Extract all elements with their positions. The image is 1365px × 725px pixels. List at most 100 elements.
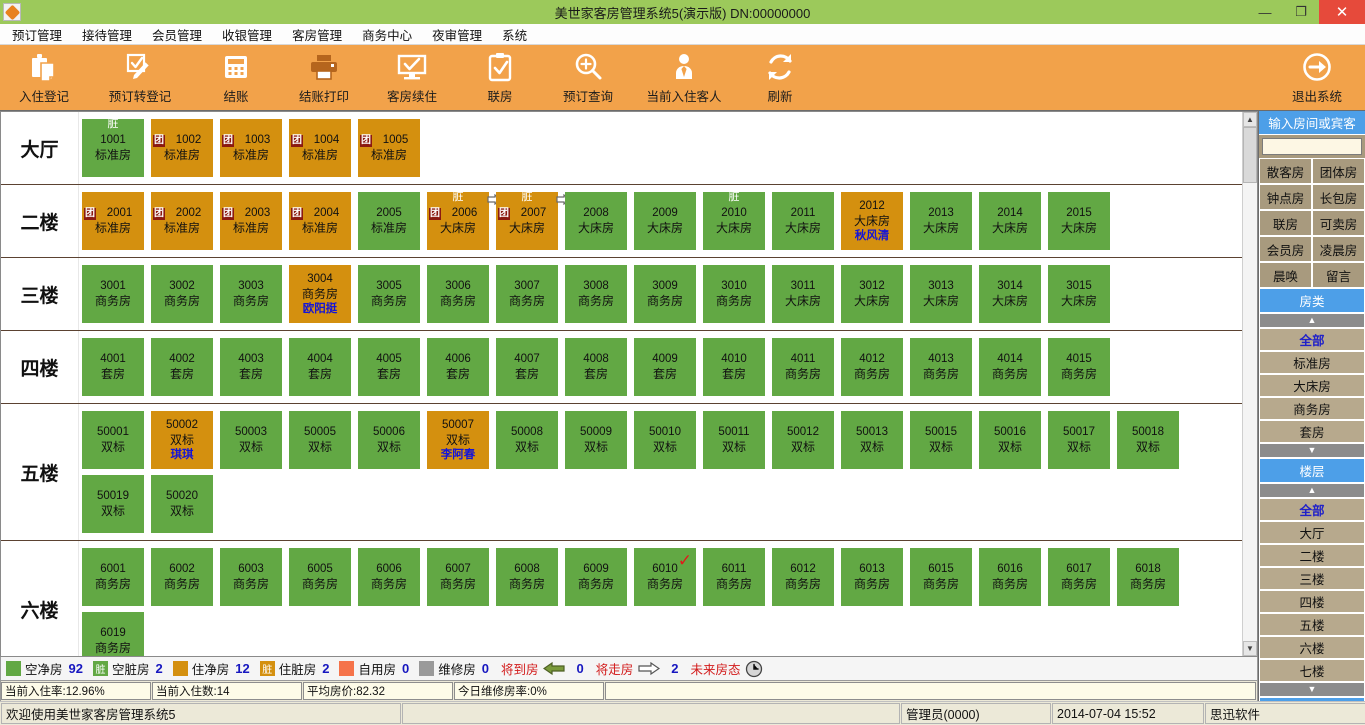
room-cell[interactable]: 50020 双标 bbox=[151, 475, 213, 533]
room-cell[interactable]: 团 1005 标准房 bbox=[358, 119, 420, 177]
room-cell[interactable]: 50005 双标 bbox=[289, 411, 351, 469]
quick-filter-4[interactable]: 联房 bbox=[1259, 210, 1312, 236]
floor-option-5[interactable]: 五楼 bbox=[1259, 613, 1365, 636]
room-cell[interactable]: 6008 商务房 bbox=[496, 548, 558, 606]
toolbar-button-1[interactable]: 预订转登记 bbox=[88, 45, 192, 109]
room-cell[interactable]: 4011 商务房 bbox=[772, 338, 834, 396]
floor-option-6[interactable]: 六楼 bbox=[1259, 636, 1365, 659]
room-cell[interactable]: 4015 商务房 bbox=[1048, 338, 1110, 396]
room-cell[interactable]: 团 1003 标准房 bbox=[220, 119, 282, 177]
scroll-down-button[interactable]: ▼ bbox=[1243, 641, 1257, 656]
roomtype-option-0[interactable]: 全部 bbox=[1259, 328, 1365, 351]
room-cell[interactable]: 脏团 2007 大床房 bbox=[496, 191, 570, 250]
room-cell[interactable]: 3013 大床房 bbox=[910, 265, 972, 323]
room-cell[interactable]: 4002 套房 bbox=[151, 338, 213, 396]
floor-option-1[interactable]: 大厅 bbox=[1259, 521, 1365, 544]
toolbar-button-3[interactable]: 结账打印 bbox=[280, 45, 368, 109]
roomtype-option-3[interactable]: 商务房 bbox=[1259, 397, 1365, 420]
room-cell[interactable]: 6007 商务房 bbox=[427, 548, 489, 606]
quick-filter-2[interactable]: 钟点房 bbox=[1259, 184, 1312, 210]
room-cell[interactable]: 6005 商务房 bbox=[289, 548, 351, 606]
room-cell[interactable]: 团 2004 标准房 bbox=[289, 192, 351, 250]
room-cell[interactable]: 2012 大床房 秋风清 bbox=[841, 192, 903, 250]
menu-item-3[interactable]: 收银管理 bbox=[212, 23, 282, 46]
room-cell[interactable]: ✓ 6010 商务房 bbox=[634, 548, 696, 606]
room-cell[interactable]: 50007 双标 李阿春 bbox=[427, 411, 489, 469]
room-cell[interactable]: 6001 商务房 bbox=[82, 548, 144, 606]
room-cell[interactable]: 50008 双标 bbox=[496, 411, 558, 469]
room-cell[interactable]: 4009 套房 bbox=[634, 338, 696, 396]
room-cell[interactable]: 50016 双标 bbox=[979, 411, 1041, 469]
room-cell[interactable]: 3006 商务房 bbox=[427, 265, 489, 323]
room-cell[interactable]: 50019 双标 bbox=[82, 475, 144, 533]
toolbar-button-4[interactable]: 客房续住 bbox=[368, 45, 456, 109]
room-cell[interactable]: 50013 双标 bbox=[841, 411, 903, 469]
quick-filter-5[interactable]: 可卖房 bbox=[1312, 210, 1365, 236]
room-cell[interactable]: 3015 大床房 bbox=[1048, 265, 1110, 323]
quick-filter-7[interactable]: 凌晨房 bbox=[1312, 236, 1365, 262]
room-cell[interactable]: 50018 双标 bbox=[1117, 411, 1179, 469]
toolbar-button-5[interactable]: 联房 bbox=[456, 45, 544, 109]
room-cell[interactable]: 3005 商务房 bbox=[358, 265, 420, 323]
room-cell[interactable]: 4010 套房 bbox=[703, 338, 765, 396]
toolbar-button-8[interactable]: 刷新 bbox=[736, 45, 824, 109]
roomtype-option-2[interactable]: 大床房 bbox=[1259, 374, 1365, 397]
room-cell[interactable]: 50006 双标 bbox=[358, 411, 420, 469]
room-cell[interactable]: 6009 商务房 bbox=[565, 548, 627, 606]
room-cell[interactable]: 4014 商务房 bbox=[979, 338, 1041, 396]
room-cell[interactable]: 3002 商务房 bbox=[151, 265, 213, 323]
room-cell[interactable]: 团 2002 标准房 bbox=[151, 192, 213, 250]
quick-filter-9[interactable]: 留言 bbox=[1312, 262, 1365, 288]
toolbar-button-6[interactable]: 预订查询 bbox=[544, 45, 632, 109]
maximize-button[interactable]: ❐ bbox=[1283, 0, 1319, 24]
room-cell[interactable]: 脏 2010 大床房 bbox=[703, 191, 765, 250]
minimize-button[interactable]: — bbox=[1247, 0, 1283, 24]
room-cell[interactable]: 50001 双标 bbox=[82, 411, 144, 469]
room-cell[interactable]: 4013 商务房 bbox=[910, 338, 972, 396]
room-cell[interactable]: 团 2001 标准房 bbox=[82, 192, 144, 250]
room-cell[interactable]: 50012 双标 bbox=[772, 411, 834, 469]
room-cell[interactable]: 3012 大床房 bbox=[841, 265, 903, 323]
toolbar-button-0[interactable]: 入住登记 bbox=[0, 45, 88, 109]
room-cell[interactable]: 2011 大床房 bbox=[772, 192, 834, 250]
room-cell[interactable]: 2014 大床房 bbox=[979, 192, 1041, 250]
room-cell[interactable]: 团 1002 标准房 bbox=[151, 119, 213, 177]
menu-item-2[interactable]: 会员管理 bbox=[142, 23, 212, 46]
room-cell[interactable]: 6012 商务房 bbox=[772, 548, 834, 606]
room-cell[interactable]: 脏 1001 标准房 bbox=[82, 118, 144, 177]
exit-system-button[interactable]: 退出系统 bbox=[1273, 45, 1361, 109]
room-cell[interactable]: 6015 商务房 bbox=[910, 548, 972, 606]
floor-option-2[interactable]: 二楼 bbox=[1259, 544, 1365, 567]
floor-scroll-down[interactable]: ▼ bbox=[1259, 682, 1365, 697]
room-cell[interactable]: 3001 商务房 bbox=[82, 265, 144, 323]
room-cell[interactable]: 4001 套房 bbox=[82, 338, 144, 396]
room-cell[interactable]: 2015 大床房 bbox=[1048, 192, 1110, 250]
room-cell[interactable]: 3010 商务房 bbox=[703, 265, 765, 323]
room-cell[interactable]: 4006 套房 bbox=[427, 338, 489, 396]
room-cell[interactable]: 6013 商务房 bbox=[841, 548, 903, 606]
menu-item-0[interactable]: 预订管理 bbox=[2, 23, 72, 46]
room-cell[interactable]: 6016 商务房 bbox=[979, 548, 1041, 606]
quick-filter-0[interactable]: 散客房 bbox=[1259, 158, 1312, 184]
room-guest-search-input[interactable] bbox=[1262, 138, 1362, 155]
quick-filter-3[interactable]: 长包房 bbox=[1312, 184, 1365, 210]
room-cell[interactable]: 4008 套房 bbox=[565, 338, 627, 396]
room-cell[interactable]: 6006 商务房 bbox=[358, 548, 420, 606]
floor-option-4[interactable]: 四楼 bbox=[1259, 590, 1365, 613]
room-cell[interactable]: 4012 商务房 bbox=[841, 338, 903, 396]
room-cell[interactable]: 6011 商务房 bbox=[703, 548, 765, 606]
room-cell[interactable]: 6019 商务房 bbox=[82, 612, 144, 656]
room-cell[interactable]: 4004 套房 bbox=[289, 338, 351, 396]
room-cell[interactable]: 3004 商务房 欧阳挺 bbox=[289, 265, 351, 323]
scroll-up-button[interactable]: ▲ bbox=[1243, 112, 1257, 127]
scroll-track[interactable] bbox=[1243, 127, 1257, 641]
room-cell[interactable]: 4005 套房 bbox=[358, 338, 420, 396]
room-cell[interactable]: 6003 商务房 bbox=[220, 548, 282, 606]
room-cell[interactable]: 50010 双标 bbox=[634, 411, 696, 469]
floor-option-0[interactable]: 全部 bbox=[1259, 498, 1365, 521]
room-cell[interactable]: 4003 套房 bbox=[220, 338, 282, 396]
room-cell[interactable]: 50011 双标 bbox=[703, 411, 765, 469]
floor-option-7[interactable]: 七楼 bbox=[1259, 659, 1365, 682]
quick-filter-6[interactable]: 会员房 bbox=[1259, 236, 1312, 262]
room-cell[interactable]: 脏团 2006 大床房 bbox=[427, 191, 501, 250]
